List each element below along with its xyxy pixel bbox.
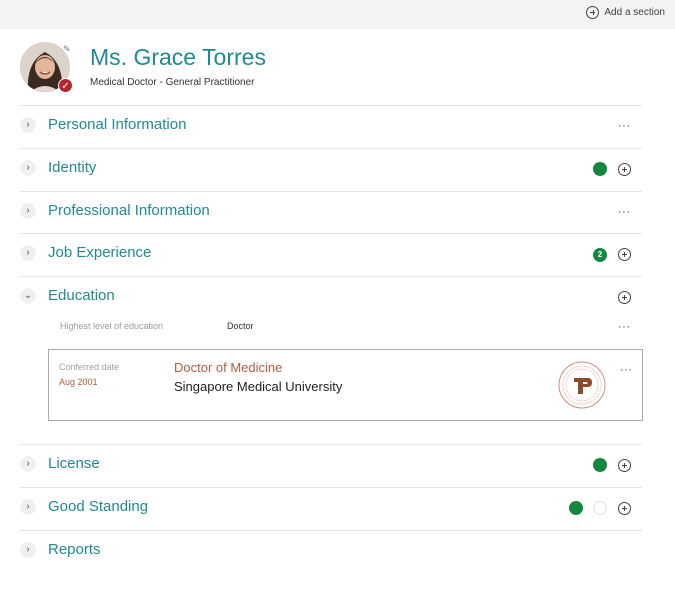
section-license[interactable]: › License — [20, 444, 642, 487]
profile-header: ✎ ✓ Ms. Grace Torres Medical Doctor - Ge… — [20, 42, 640, 94]
count-badge: 2 — [593, 248, 607, 262]
institution-seal-logo — [558, 361, 606, 409]
section-title[interactable]: Personal Information — [48, 116, 186, 133]
add-item-icon[interactable] — [618, 459, 631, 472]
add-section-label: Add a section — [604, 7, 665, 18]
education-record-card[interactable]: Conferred date Aug 2001 Doctor of Medici… — [48, 349, 643, 421]
more-options-icon[interactable]: ··· — [620, 365, 633, 376]
chevron-right-icon[interactable]: › — [20, 203, 36, 219]
top-bar: Add a section — [0, 0, 675, 29]
check-icon: ✓ — [58, 78, 73, 93]
section-good-standing[interactable]: › Good Standing — [20, 487, 642, 530]
chevron-right-icon[interactable]: › — [20, 245, 36, 261]
status-dot-complete — [593, 458, 607, 472]
add-section-button[interactable]: Add a section — [586, 6, 665, 19]
more-options-icon[interactable]: ··· — [618, 322, 631, 333]
status-dot-complete — [569, 501, 583, 515]
section-title[interactable]: License — [48, 455, 100, 472]
institution-name: Singapore Medical University — [174, 379, 343, 394]
chevron-right-icon[interactable]: › — [20, 456, 36, 472]
more-options-icon[interactable]: ··· — [618, 207, 631, 218]
degree-title: Doctor of Medicine — [174, 360, 283, 375]
section-title[interactable]: Professional Information — [48, 202, 210, 219]
chevron-right-icon[interactable]: › — [20, 117, 36, 133]
conferred-date-value: Aug 2001 — [59, 377, 98, 387]
add-item-icon[interactable] — [618, 163, 631, 176]
status-dot-empty — [593, 501, 607, 515]
section-title[interactable]: Education — [48, 287, 115, 304]
profile-name: Ms. Grace Torres — [90, 44, 266, 70]
section-title[interactable]: Identity — [48, 159, 96, 176]
section-job-experience[interactable]: › Job Experience 2 — [20, 233, 642, 276]
conferred-date-label: Conferred date — [59, 362, 120, 372]
education-field-row: Highest level of education Doctor ··· — [20, 318, 642, 338]
section-title[interactable]: Reports — [48, 541, 101, 558]
plus-circle-icon — [586, 6, 600, 19]
section-reports[interactable]: › Reports — [20, 530, 642, 573]
section-title[interactable]: Good Standing — [48, 498, 148, 515]
status-dot-complete — [593, 162, 607, 176]
more-options-icon[interactable]: ··· — [618, 121, 631, 132]
add-item-icon[interactable] — [618, 291, 631, 304]
add-item-icon[interactable] — [618, 248, 631, 261]
section-professional-information[interactable]: › Professional Information ··· — [20, 191, 642, 234]
pencil-icon[interactable]: ✎ — [63, 44, 71, 55]
add-item-icon[interactable] — [618, 502, 631, 515]
chevron-right-icon[interactable]: › — [20, 160, 36, 176]
field-label: Highest level of education — [60, 321, 164, 331]
chevron-right-icon[interactable]: › — [20, 542, 36, 558]
section-identity[interactable]: › Identity — [20, 148, 642, 191]
field-value: Doctor — [227, 321, 254, 331]
section-education[interactable]: ⌄ Education — [20, 276, 642, 319]
profile-subtitle: Medical Doctor - General Practitioner — [90, 77, 255, 88]
chevron-right-icon[interactable]: › — [20, 499, 36, 515]
section-title[interactable]: Job Experience — [48, 244, 151, 261]
section-personal-information[interactable]: › Personal Information ··· — [20, 105, 642, 148]
chevron-down-icon[interactable]: ⌄ — [20, 288, 36, 304]
